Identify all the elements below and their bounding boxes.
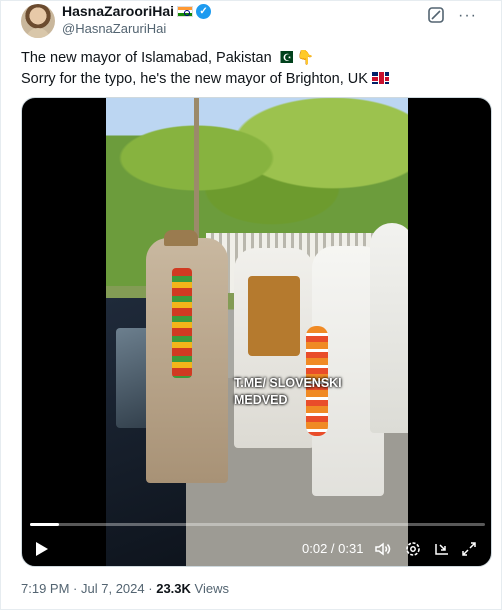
pointing-down-emoji: 👇 bbox=[296, 49, 315, 65]
tweet-line-2-text: Sorry for the typo, he's the new mayor o… bbox=[21, 71, 368, 87]
tweet-metadata: 7:19 PM · Jul 7, 2024 · 23.3K Views bbox=[21, 581, 229, 596]
author-display-name[interactable]: HasnaZarooriHai bbox=[62, 3, 174, 19]
volume-icon[interactable] bbox=[374, 540, 392, 558]
tweet-line-1-text: The new mayor of Islamabad, Pakistan bbox=[21, 50, 272, 66]
views-count: 23.3K bbox=[156, 581, 191, 596]
meta-separator: · bbox=[73, 581, 78, 596]
video-time: 0:02 / 0:31 bbox=[302, 541, 364, 556]
watermark-line-1: T.ME/ SLOVENSKI bbox=[234, 376, 342, 390]
video-frame: T.ME/ SLOVENSKI MEDVED bbox=[106, 98, 408, 566]
video-progress-bar[interactable] bbox=[30, 523, 485, 526]
views-label: Views bbox=[194, 581, 229, 596]
tweet-line-2: Sorry for the typo, he's the new mayor o… bbox=[21, 69, 491, 90]
uk-flag-emoji bbox=[371, 72, 389, 84]
video-progress-fill bbox=[30, 523, 60, 526]
tweet-line-1: The new mayor of Islamabad, Pakistan 👇 bbox=[21, 47, 491, 69]
author-handle[interactable]: @HasnaZaruriHai bbox=[62, 21, 166, 36]
video-controls: 0:02 / 0:31 bbox=[22, 536, 491, 564]
tweet-time[interactable]: 7:19 PM bbox=[21, 581, 69, 596]
grok-icon[interactable] bbox=[427, 6, 445, 24]
tweet-text: The new mayor of Islamabad, Pakistan 👇 S… bbox=[21, 47, 491, 90]
verified-badge-icon: ✓ bbox=[196, 3, 212, 19]
tweet-card: HasnaZarooriHai ✓ @HasnaZaruriHai ··· Th… bbox=[0, 0, 502, 610]
author-name-row: HasnaZarooriHai ✓ bbox=[62, 3, 212, 19]
india-flag-icon bbox=[177, 5, 194, 17]
tweet-date[interactable]: Jul 7, 2024 bbox=[81, 581, 145, 596]
meta-separator-2: · bbox=[148, 581, 153, 596]
video-player[interactable]: T.ME/ SLOVENSKI MEDVED 0:02 / 0:31 bbox=[21, 97, 492, 567]
more-options-icon[interactable]: ··· bbox=[458, 7, 477, 25]
fullscreen-icon[interactable] bbox=[460, 540, 478, 558]
pakistan-flag-emoji bbox=[275, 48, 293, 69]
author-avatar[interactable] bbox=[21, 4, 55, 38]
picture-in-picture-icon[interactable] bbox=[433, 540, 451, 558]
watermark-line-2: MEDVED bbox=[234, 393, 288, 407]
settings-gear-icon[interactable] bbox=[404, 540, 422, 558]
video-watermark: T.ME/ SLOVENSKI MEDVED bbox=[234, 375, 394, 409]
play-icon[interactable] bbox=[36, 542, 48, 556]
